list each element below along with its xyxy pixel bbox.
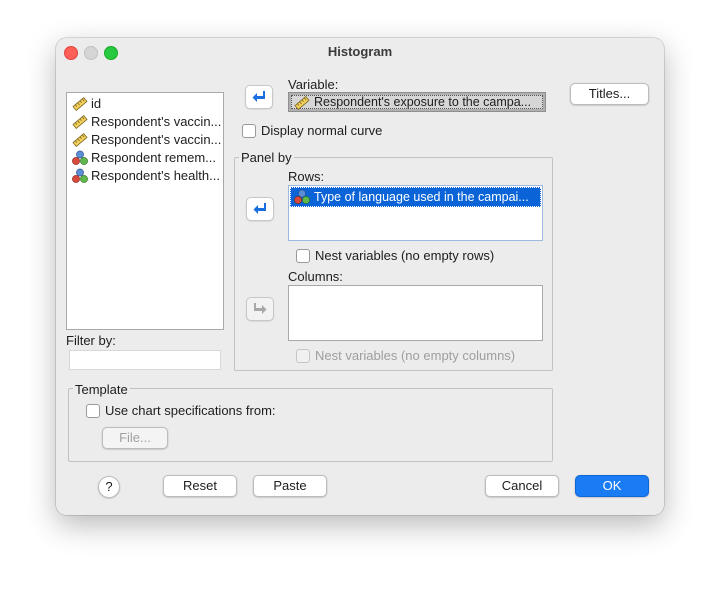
scale-ruler-icon [71,114,89,130]
arrow-left-icon [253,203,266,214]
title-bar[interactable]: Histogram [56,38,664,66]
variable-label: Variable: [288,77,339,92]
file-button[interactable]: File... [102,427,168,449]
nominal-circles-icon [71,168,89,184]
list-item-label: Respondent remem... [91,150,217,165]
variable-field[interactable]: Respondent's exposure to the campa... [288,92,546,112]
paste-button[interactable]: Paste [253,475,327,497]
list-item-label: Respondent's health... [91,168,220,183]
rows-label: Rows: [288,169,325,184]
variable-value: Respondent's exposure to the campa... [314,95,532,109]
scale-ruler-icon [294,96,310,110]
histogram-dialog: Histogram id Respondent's vaccin... Resp… [56,38,664,515]
list-item-label: Respondent's vaccin... [91,132,222,147]
move-to-columns-button[interactable] [246,297,274,321]
use-chart-spec-label: Use chart specifications from: [105,403,276,418]
cancel-button[interactable]: Cancel [485,475,559,497]
display-normal-curve-label: Display normal curve [261,123,383,138]
columns-list[interactable] [288,285,543,341]
panel-by-title: Panel by [239,150,294,165]
nest-columns-checkbox[interactable] [296,349,310,363]
filter-by-label: Filter by: [66,333,116,348]
reset-button[interactable]: Reset [163,475,237,497]
filter-input[interactable] [69,350,221,370]
template-title: Template [73,382,130,397]
titles-button[interactable]: Titles... [570,83,649,105]
display-normal-curve-checkbox[interactable] [242,124,256,138]
scale-ruler-icon [71,96,89,112]
help-button[interactable]: ? [98,476,120,498]
nest-rows-label: Nest variables (no empty rows) [315,248,495,263]
ok-button[interactable]: OK [575,475,649,497]
use-chart-spec-checkbox[interactable] [86,404,100,418]
rows-list-item-label: Type of language used in the campai... [314,190,529,204]
columns-label: Columns: [288,269,343,284]
arrow-right-icon [254,303,267,314]
window-title: Histogram [327,44,393,59]
nest-columns-label: Nest variables (no empty columns) [315,348,516,363]
list-item-label: id [91,96,102,111]
arrow-left-icon [252,91,265,102]
rows-list[interactable]: Type of language used in the campai... [288,185,543,241]
nominal-circles-icon [294,189,310,204]
nominal-circles-icon [71,150,89,166]
source-variable-list[interactable]: id Respondent's vaccin... Respondent's v… [66,92,224,330]
variable-field-inner: Respondent's exposure to the campa... [291,95,543,110]
scale-ruler-icon [71,132,89,148]
move-to-variable-button[interactable] [245,85,273,109]
rows-list-item-selected[interactable]: Type of language used in the campai... [290,187,541,207]
list-item-label: Respondent's vaccin... [91,114,222,129]
nest-rows-checkbox[interactable] [296,249,310,263]
template-group [68,388,553,462]
move-to-rows-button[interactable] [246,197,274,221]
